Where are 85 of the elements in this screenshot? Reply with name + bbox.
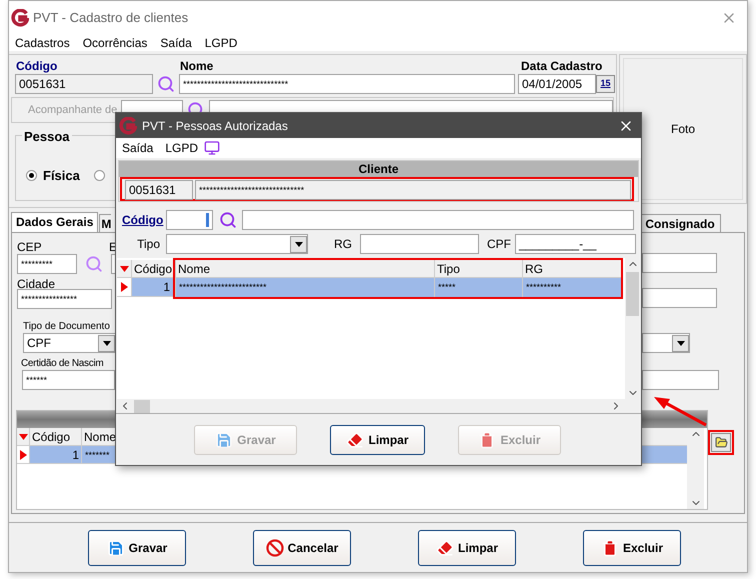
menu-item[interactable]: Saída	[160, 34, 192, 52]
input-field[interactable]: ****************	[17, 289, 112, 309]
table-cell: **********	[522, 278, 621, 297]
folder-icon	[714, 436, 728, 449]
row-indicator-icon	[18, 450, 28, 460]
save-button[interactable]: Gravar	[88, 530, 186, 566]
section-header: Cliente	[119, 161, 638, 177]
window-title: PVT - Pessoas Autorizadas	[142, 118, 288, 134]
photo-label: Foto	[670, 121, 695, 138]
annotation-arrow	[652, 395, 708, 427]
input-field[interactable]: _________-__	[515, 234, 636, 254]
input-field[interactable]: ******************************	[195, 180, 631, 200]
horizontal-scrollbar[interactable]	[117, 399, 640, 413]
dropdown-arrow-icon	[294, 242, 302, 246]
field-label: CEP	[17, 239, 43, 253]
field-label: Tipo de Documento	[23, 320, 110, 333]
table-cell: *******	[81, 446, 110, 463]
sort-indicator-icon	[120, 264, 128, 274]
input-field[interactable]: 0051631	[125, 180, 193, 200]
input-field[interactable]	[642, 288, 717, 308]
field-label: Tipo	[136, 236, 161, 253]
logo-icon	[11, 9, 29, 27]
input-field[interactable]: 04/01/2005	[518, 74, 596, 94]
scrollbar-thumb[interactable]	[134, 400, 150, 412]
input-field[interactable]: ******************************	[179, 74, 515, 94]
scrollbar-thumb[interactable]	[626, 272, 639, 316]
dropdown[interactable]: CPF	[23, 333, 116, 353]
menu-item[interactable]: LGPD	[165, 139, 198, 157]
field-label: Código	[16, 58, 58, 73]
menu-item[interactable]: Ocorrências	[82, 34, 148, 52]
grid-row[interactable]: ************************* ***** **********	[175, 278, 621, 297]
input-field[interactable]	[166, 210, 213, 230]
field-label: Data Cadastro	[521, 58, 602, 73]
delete-button[interactable]: Excluir	[583, 530, 681, 566]
field-label: Certidão de Nascim	[21, 357, 104, 370]
table-cell: *************************	[175, 278, 434, 297]
tab[interactable]: Consignado	[639, 214, 721, 232]
row-indicator-icon	[120, 282, 128, 292]
table-cell: *****	[434, 278, 522, 297]
menu-item[interactable]: LGPD	[204, 34, 238, 52]
field-label: Acompanhante de	[28, 102, 118, 118]
input-field[interactable]	[242, 210, 634, 230]
menu-item[interactable]: Saída	[122, 139, 154, 157]
radio-button[interactable]	[26, 170, 37, 182]
radio-button[interactable]	[94, 170, 105, 182]
field-label: CPF	[486, 236, 512, 253]
search-icon[interactable]	[157, 75, 175, 93]
clear-button[interactable]: Limpar	[330, 424, 425, 454]
eraser-icon	[436, 538, 454, 556]
input-field[interactable]: 0051631	[15, 74, 153, 94]
no-entry-icon	[266, 538, 284, 556]
input-field[interactable]	[360, 234, 479, 254]
table-cell: 1	[29, 446, 81, 463]
eraser-icon	[346, 430, 364, 448]
tab[interactable]: M	[99, 214, 112, 232]
menu-item[interactable]: Cadastros	[15, 34, 70, 52]
input-field[interactable]	[642, 253, 717, 273]
dropdown[interactable]	[642, 333, 690, 353]
field-label: Cidade	[17, 276, 56, 289]
dropdown-arrow-icon	[676, 340, 684, 346]
column-header[interactable]: Nome	[175, 260, 434, 277]
field-label: Código	[122, 212, 164, 229]
search-icon[interactable]	[218, 211, 236, 229]
input-field[interactable]	[642, 370, 719, 390]
column-header[interactable]: Código	[29, 428, 81, 445]
field-label: RG	[333, 236, 353, 253]
table-cell: 1	[131, 278, 173, 296]
input-field[interactable]: *********	[17, 254, 77, 274]
clear-button[interactable]: Limpar	[418, 530, 516, 566]
radio-label: Física	[43, 167, 80, 185]
vertical-scrollbar[interactable]	[687, 428, 704, 509]
cancel-button[interactable]: Cancelar	[253, 530, 351, 566]
sort-indicator-icon	[18, 432, 28, 442]
calendar-button[interactable]: 15	[596, 75, 615, 93]
tab[interactable]: Dados Gerais	[11, 212, 98, 232]
window-title: PVT - Cadastro de clientes	[33, 9, 188, 28]
trash-icon	[600, 538, 619, 556]
logo-icon	[119, 116, 137, 134]
dropdown-arrow-icon	[102, 340, 110, 346]
input-field[interactable]: ******	[22, 370, 115, 390]
monitor-icon[interactable]	[204, 140, 220, 156]
field-label: Nome	[180, 58, 214, 73]
column-header[interactable]: Tipo	[434, 260, 522, 277]
dropdown[interactable]	[166, 234, 308, 254]
column-header[interactable]: RG	[522, 260, 621, 277]
